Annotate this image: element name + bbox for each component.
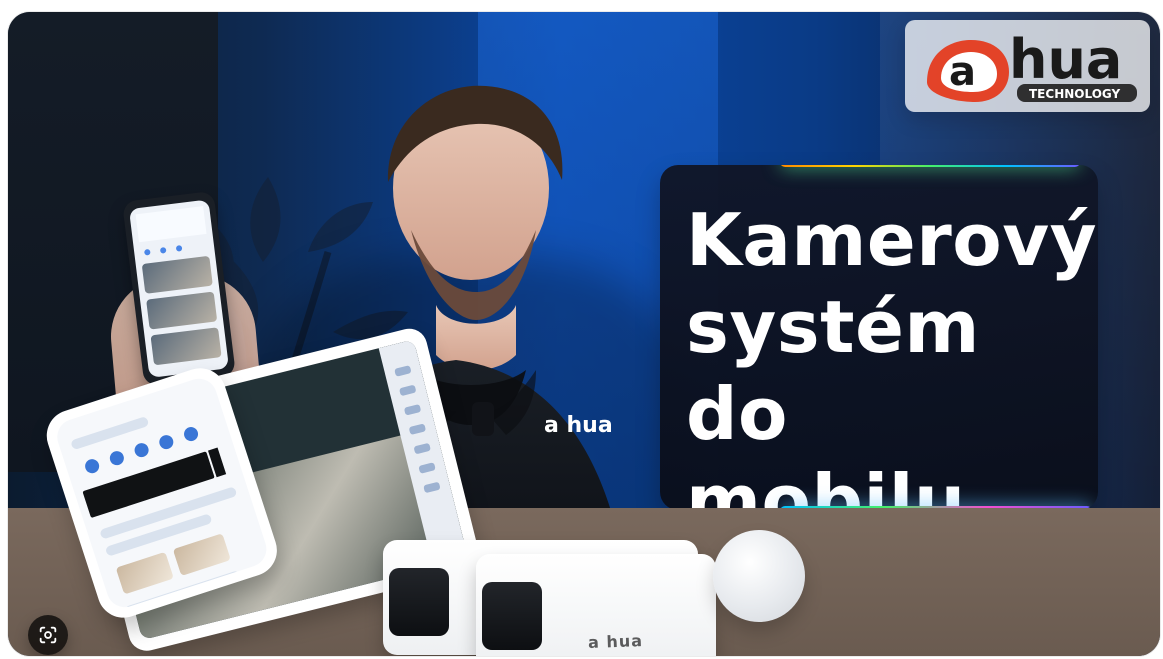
phone-left-icon — [83, 457, 101, 476]
svg-text:TECHNOLOGY: TECHNOLOGY — [1029, 87, 1120, 101]
dahua-logo-graphic: a hua TECHNOLOGY — [927, 28, 1137, 102]
tablet-sidebar-icon — [403, 403, 422, 416]
phone-left-icon — [108, 449, 126, 467]
phone-right-thumb — [146, 291, 218, 330]
svg-text:hua: hua — [1009, 28, 1122, 91]
tablet-sidebar-icon — [398, 384, 417, 397]
camera-scan-icon — [39, 626, 57, 644]
tablet-sidebar-icon — [413, 442, 431, 455]
phone-left-thumb — [115, 551, 174, 595]
phone-right-thumb — [150, 327, 222, 366]
tablet-sidebar-icon — [423, 481, 441, 494]
camera-2-lens — [482, 582, 542, 650]
camera-scan-icon-button[interactable] — [28, 615, 68, 655]
camera-1-lens — [389, 568, 449, 636]
phone-left-icon — [182, 425, 200, 443]
svg-text:a hua: a hua — [544, 413, 613, 438]
phone-left-icon — [132, 441, 151, 459]
svg-text:a: a — [949, 49, 976, 95]
tablet-sidebar-icon — [418, 462, 436, 474]
phone-right-dot — [159, 246, 167, 254]
camera-logo-text: a hua — [587, 631, 644, 652]
phone-left-icon — [157, 433, 176, 451]
phone-right-top-bar — [135, 206, 207, 243]
dahua-logo: a hua TECHNOLOGY — [905, 20, 1150, 112]
tablet-sidebar-icon — [394, 365, 412, 377]
image-frame: a hua TECHNOLOGY a hua Kamerový systém d… — [8, 12, 1160, 656]
title-text: Kamerový systém do mobilu — [686, 198, 1098, 510]
phone-right-thumb — [141, 255, 213, 294]
title-card: Kamerový systém do mobilu — [660, 165, 1098, 510]
phone-right-dot — [143, 248, 151, 256]
phone-left-thumb — [172, 533, 231, 576]
phone-right-dot — [175, 245, 183, 252]
camera-mount — [713, 530, 805, 622]
phone-right-screen — [128, 199, 230, 378]
tablet-sidebar-icon — [408, 423, 427, 436]
